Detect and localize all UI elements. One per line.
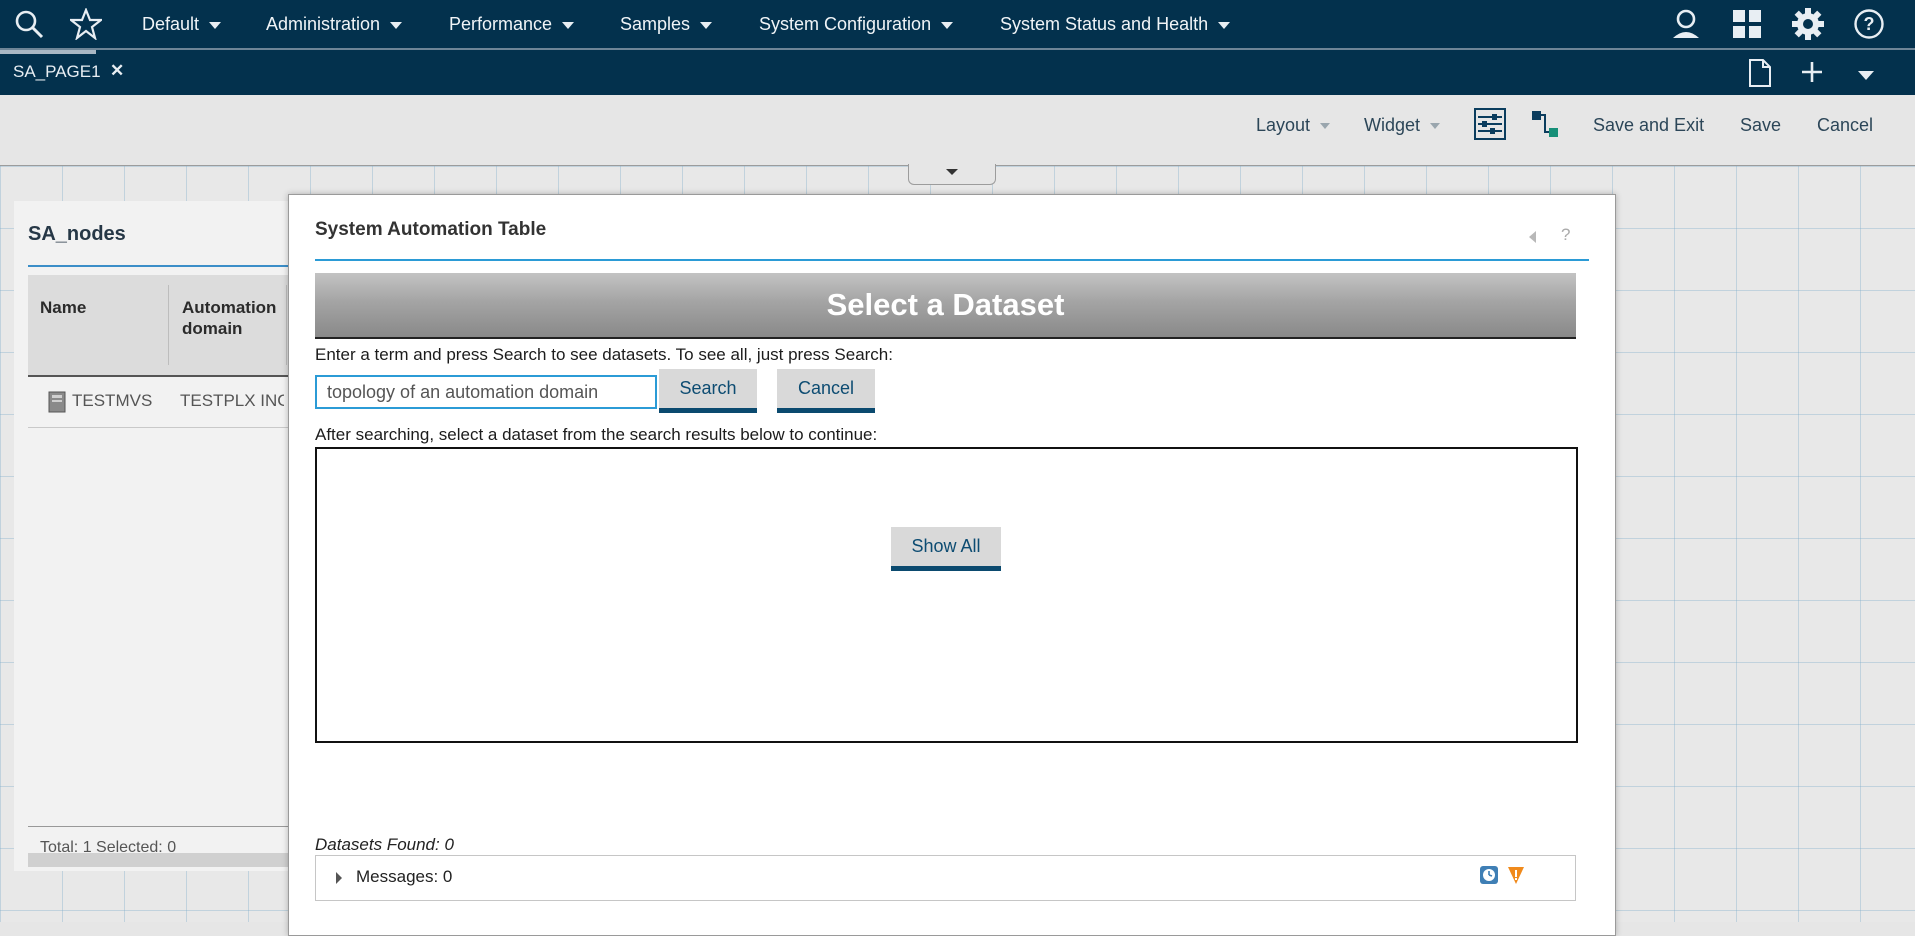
dataset-search-input[interactable] xyxy=(315,375,657,409)
menu-samples[interactable]: Samples xyxy=(620,0,713,48)
widget-menu-label: Widget xyxy=(1364,114,1421,135)
page-edit-toolbar: Layout Widget Save and Exit Save Cancel xyxy=(0,95,1915,166)
search-instruction: Enter a term and press Search to see dat… xyxy=(315,345,893,364)
settings-gear-icon[interactable] xyxy=(1791,7,1825,41)
column-divider xyxy=(168,285,169,365)
table-footer-divider xyxy=(28,826,304,827)
table-header: Name Automation domain C S xyxy=(28,275,304,377)
table-row[interactable]: TESTMVS TESTPLX INGXSG xyxy=(28,377,304,428)
menu-system-status-health-label: System Status and Health xyxy=(1000,13,1209,34)
messages-panel[interactable]: Messages: 0 xyxy=(315,855,1576,901)
chevron-down-icon xyxy=(700,22,713,29)
favorites-star-icon[interactable] xyxy=(69,7,103,41)
chevron-down-icon xyxy=(946,169,958,175)
search-results-area: Show All xyxy=(315,447,1578,743)
menu-performance-label: Performance xyxy=(449,13,553,34)
layout-menu[interactable]: Layout xyxy=(1256,95,1331,155)
select-instruction: After searching, select a dataset from t… xyxy=(315,425,878,444)
close-tab-icon[interactable]: ✕ xyxy=(110,61,124,81)
warning-icon[interactable] xyxy=(1506,865,1526,885)
menu-default-label: Default xyxy=(142,13,200,34)
column-header-name[interactable]: Name xyxy=(40,297,86,318)
messages-count-label: Messages: 0 xyxy=(356,867,453,886)
chevron-down-icon xyxy=(1430,123,1441,129)
active-tab-indicator xyxy=(0,50,96,54)
datasets-found-count: Datasets Found: 0 xyxy=(315,835,454,854)
search-button[interactable]: Search xyxy=(659,369,757,413)
chevron-down-icon xyxy=(562,22,575,29)
horizontal-scrollbar[interactable] xyxy=(28,853,304,867)
tab-menu-chevron-icon[interactable] xyxy=(1858,68,1874,86)
svg-text:?: ? xyxy=(1864,14,1875,34)
menu-system-configuration[interactable]: System Configuration xyxy=(759,0,954,48)
widget-title-divider xyxy=(28,265,304,267)
cell-name: TESTMVS xyxy=(72,391,152,410)
chevron-down-icon xyxy=(941,22,954,29)
toolbar-collapse-handle[interactable] xyxy=(908,164,996,185)
cancel-search-button[interactable]: Cancel xyxy=(777,369,875,413)
expand-triangle-icon[interactable] xyxy=(336,872,342,884)
add-icon[interactable] xyxy=(1800,60,1824,89)
save-button[interactable]: Save xyxy=(1740,95,1781,155)
dialog-title-divider xyxy=(315,259,1589,261)
select-dataset-dialog: System Automation Table ? Select a Datas… xyxy=(288,194,1616,936)
wire-connect-icon[interactable] xyxy=(1530,109,1560,144)
menu-administration[interactable]: Administration xyxy=(266,0,403,48)
top-navigation-bar: Default Administration Performance Sampl… xyxy=(0,0,1915,48)
clock-status-icon[interactable] xyxy=(1480,866,1498,884)
properties-sliders-icon[interactable] xyxy=(1474,108,1506,145)
menu-system-configuration-label: System Configuration xyxy=(759,13,932,34)
menu-system-status-health[interactable]: System Status and Health xyxy=(1000,0,1231,48)
select-dataset-heading: Select a Dataset xyxy=(315,273,1576,339)
menu-default[interactable]: Default xyxy=(142,0,222,48)
layout-menu-label: Layout xyxy=(1256,114,1311,135)
new-page-icon[interactable] xyxy=(1748,58,1772,93)
tab-sa-page1[interactable]: SA_PAGE1 xyxy=(13,62,101,82)
page-tab-bar: SA_PAGE1 ✕ xyxy=(0,50,1915,95)
cell-automation-domain: TESTPLX INGXSG xyxy=(180,391,284,410)
column-header-automation-domain[interactable]: Automation domain xyxy=(182,297,282,339)
chevron-down-icon xyxy=(1218,22,1231,29)
save-and-exit-button[interactable]: Save and Exit xyxy=(1593,95,1704,155)
widget-menu[interactable]: Widget xyxy=(1364,95,1441,155)
apps-grid-icon[interactable] xyxy=(1730,7,1764,41)
cancel-button[interactable]: Cancel xyxy=(1817,95,1873,155)
menu-administration-label: Administration xyxy=(266,13,381,34)
user-icon[interactable] xyxy=(1669,7,1703,41)
chevron-down-icon xyxy=(390,22,403,29)
chevron-down-icon xyxy=(209,22,222,29)
help-icon[interactable]: ? xyxy=(1852,7,1886,41)
dialog-title: System Automation Table xyxy=(315,219,547,240)
widget-title: SA_nodes xyxy=(28,223,126,245)
search-icon[interactable] xyxy=(12,7,46,41)
chevron-down-icon xyxy=(1320,123,1331,129)
show-all-button[interactable]: Show All xyxy=(891,527,1001,571)
menu-samples-label: Samples xyxy=(620,13,691,34)
node-icon xyxy=(48,391,66,418)
column-divider xyxy=(286,285,287,365)
menu-performance[interactable]: Performance xyxy=(449,0,575,48)
help-icon[interactable]: ? xyxy=(1561,225,1570,245)
sa-nodes-widget: SA_nodes Name Automation domain C S TEST… xyxy=(14,201,304,871)
back-arrow-icon[interactable] xyxy=(1529,231,1536,243)
